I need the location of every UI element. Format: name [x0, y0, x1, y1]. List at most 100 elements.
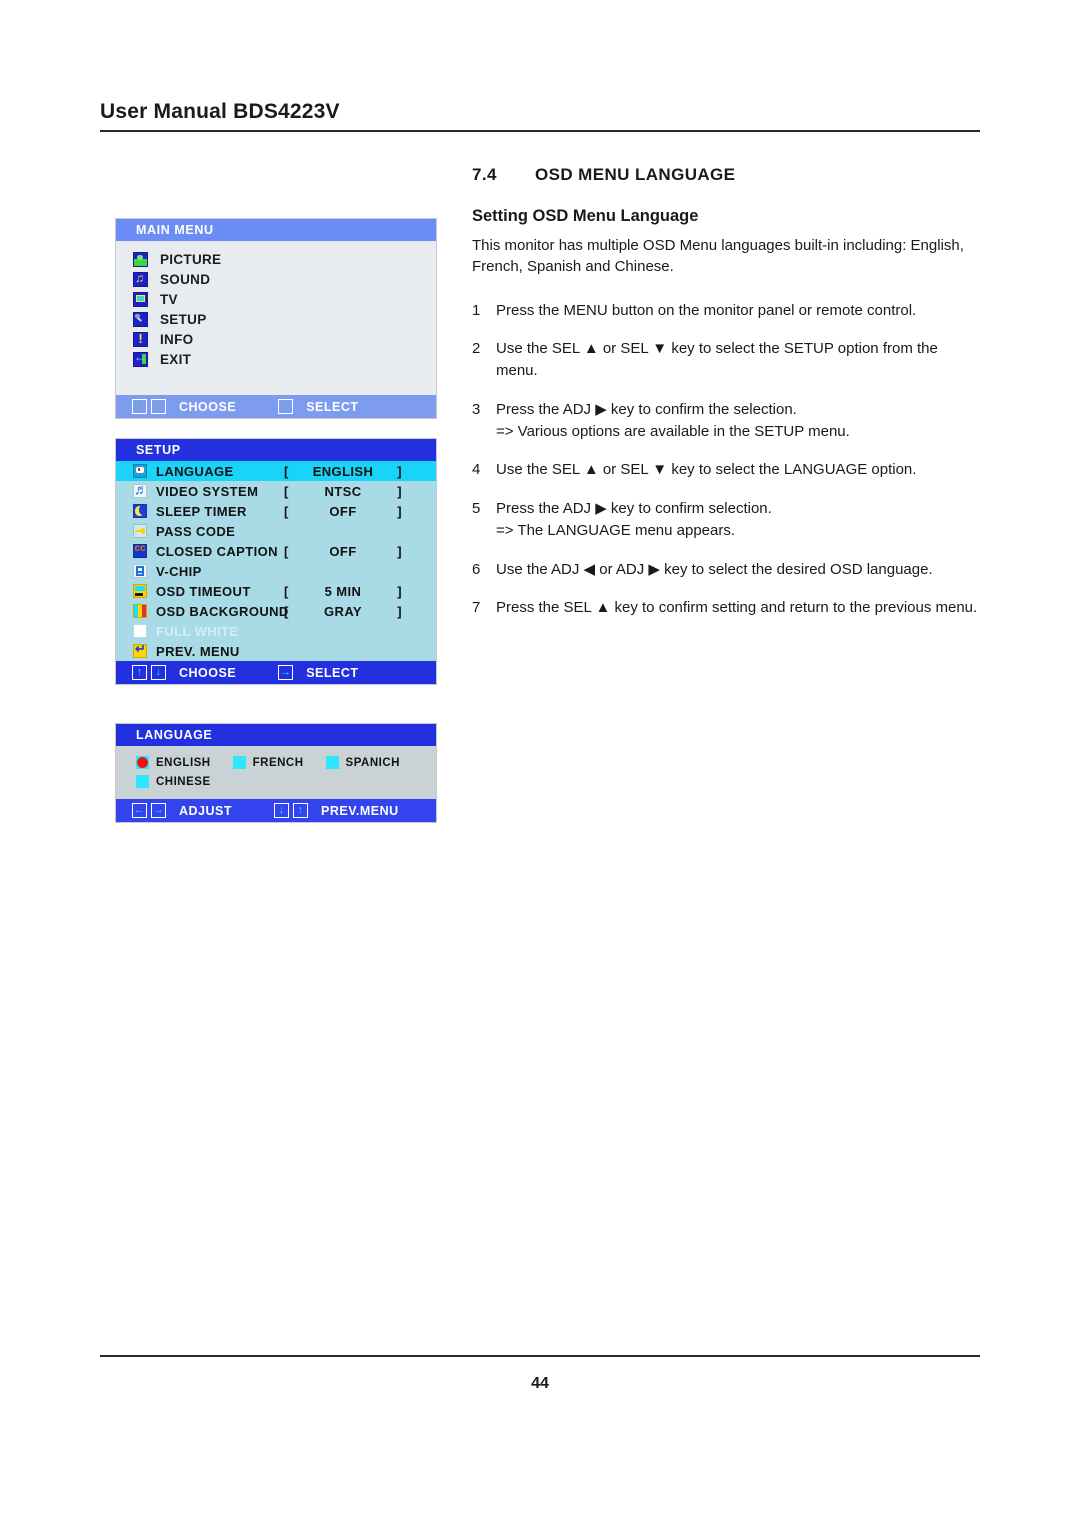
section-heading: 7.4 OSD MENU LANGUAGE	[472, 165, 982, 185]
step-note: => Various options are available in the …	[496, 422, 850, 440]
choose-label: CHOOSE	[179, 665, 237, 680]
section-title: OSD MENU LANGUAGE	[535, 165, 736, 184]
main-menu-item-exit[interactable]: EXIT	[116, 349, 436, 369]
main-menu-item-info[interactable]: INFO	[116, 329, 436, 349]
setup-row-language[interactable]: LANGUAGE [ ENGLISH ]	[116, 461, 436, 481]
setup-row-prev-menu[interactable]: PREV. MENU	[116, 641, 436, 661]
instructions-column: 7.4 OSD MENU LANGUAGE Setting OSD Menu L…	[472, 165, 982, 636]
language-option-english[interactable]: ENGLISH	[136, 756, 211, 769]
step-number: 4	[472, 461, 481, 479]
radio-selected-icon	[136, 756, 149, 769]
bracket-close: ]	[397, 583, 402, 599]
step-number: 7	[472, 599, 481, 617]
setup-row-value-group: [ OFF ]	[284, 504, 402, 519]
page-footer: 44	[100, 1355, 980, 1393]
arrow-up-icon: ↑	[132, 665, 147, 680]
bracket-close: ]	[397, 503, 402, 519]
main-menu-choose-hint: ↑ ↓ CHOOSE	[132, 399, 236, 414]
step-number: 1	[472, 301, 481, 319]
bracket-close: ]	[397, 603, 402, 619]
v-chip-icon	[133, 564, 147, 578]
setup-row-video-system[interactable]: VIDEO SYSTEM [ NTSC ]	[116, 481, 436, 501]
arrow-up-icon: ↑	[132, 399, 147, 414]
main-menu-item-label: PICTURE	[160, 251, 222, 267]
language-options-row-2: CHINESE	[116, 772, 436, 791]
page-header: User Manual BDS4223V	[100, 100, 980, 132]
setup-wrench-icon	[133, 311, 148, 327]
step-number: 5	[472, 500, 481, 518]
step-note: => The LANGUAGE menu appears.	[496, 521, 736, 539]
language-option-french[interactable]: FRENCH	[232, 756, 304, 769]
main-menu-item-label: SOUND	[160, 271, 211, 287]
language-menu-panel: LANGUAGE ENGLISH FRENCH SPANICH CHINESE	[115, 723, 437, 823]
step-number: 3	[472, 400, 481, 418]
setup-row-label: V-CHIP	[156, 563, 202, 579]
adjust-label: ADJUST	[179, 803, 233, 818]
instruction-step: 3 Press the ADJ ▶ key to confirm the sel…	[472, 399, 982, 443]
arrow-right-icon: →	[278, 665, 294, 680]
tv-icon	[133, 291, 148, 307]
arrow-down-icon: ↓	[274, 803, 290, 818]
setup-row-label: FULL WHITE	[156, 623, 239, 639]
main-menu-title: MAIN MENU	[116, 219, 436, 241]
setup-row-value-group: [ GRAY ]	[284, 604, 402, 619]
arrow-left-icon: ←	[132, 803, 147, 818]
setup-row-v-chip[interactable]: V-CHIP	[116, 561, 436, 581]
language-option-chinese[interactable]: CHINESE	[136, 775, 211, 788]
setup-row-osd-timeout[interactable]: OSD TIMEOUT [ 5 MIN ]	[116, 581, 436, 601]
pass-code-icon	[133, 524, 147, 538]
setup-row-full-white[interactable]: FULL WHITE	[116, 621, 436, 641]
setup-row-osd-background[interactable]: OSD BACKGROUND [ GRAY ]	[116, 601, 436, 621]
language-options-row-1: ENGLISH FRENCH SPANICH	[116, 753, 436, 772]
setup-row-label: OSD TIMEOUT	[156, 583, 251, 599]
arrow-up-icon: ↑	[293, 803, 309, 818]
main-menu-item-setup[interactable]: SETUP	[116, 309, 436, 329]
main-menu-item-picture[interactable]: PICTURE	[116, 249, 436, 269]
bracket-close: ]	[397, 483, 402, 499]
instruction-step: 4 Use the SEL ▲ or SEL ▼ key to select t…	[472, 459, 982, 481]
setup-row-pass-code[interactable]: PASS CODE	[116, 521, 436, 541]
select-label: SELECT	[306, 665, 359, 680]
radio-unselected-icon	[136, 775, 149, 788]
step-text: Use the SEL ▲ or SEL ▼ key to select the…	[496, 340, 938, 380]
instruction-step: 6 Use the ADJ ◀ or ADJ ▶ key to select t…	[472, 559, 982, 581]
radio-unselected-icon	[325, 756, 339, 769]
main-menu-item-label: EXIT	[160, 351, 192, 367]
setup-select-hint: → SELECT	[278, 665, 358, 680]
step-text: Use the ADJ ◀ or ADJ ▶ key to select the…	[496, 560, 933, 578]
picture-icon	[133, 251, 148, 267]
info-icon	[133, 331, 148, 347]
osd-background-icon	[133, 604, 147, 618]
arrow-right-icon: →	[278, 399, 294, 414]
main-menu-item-sound[interactable]: SOUND	[116, 269, 436, 289]
setup-row-value-group: [ ENGLISH ]	[284, 464, 402, 479]
setup-row-label: PASS CODE	[156, 523, 236, 539]
arrow-down-icon: ↓	[151, 399, 166, 414]
sleep-timer-icon	[133, 504, 147, 518]
arrow-down-icon: ↓	[151, 665, 166, 680]
setup-row-label: LANGUAGE	[156, 463, 234, 479]
setup-row-closed-caption[interactable]: CLOSED CAPTION [ OFF ]	[116, 541, 436, 561]
prev-menu-icon	[133, 644, 147, 658]
page-number: 44	[531, 1375, 549, 1392]
footer-rule	[100, 1355, 980, 1357]
language-menu-footer-bar: ← → ADJUST ↓ ↑ PREV.MENU	[116, 799, 436, 822]
closed-caption-icon	[133, 544, 147, 558]
step-number: 6	[472, 560, 481, 578]
setup-menu-title: SETUP	[116, 439, 436, 461]
section-subtitle: Setting OSD Menu Language	[472, 207, 699, 225]
setup-row-value: NTSC	[324, 483, 362, 499]
bracket-close: ]	[397, 543, 402, 559]
main-menu-item-tv[interactable]: TV	[116, 289, 436, 309]
setup-row-label: PREV. MENU	[156, 643, 240, 659]
arrow-right-icon: →	[151, 803, 166, 818]
instruction-step: 1 Press the MENU button on the monitor p…	[472, 300, 982, 322]
exit-icon	[133, 351, 148, 367]
setup-row-value: OFF	[329, 543, 357, 559]
language-prev-menu-hint: ↓ ↑ PREV.MENU	[274, 803, 399, 818]
step-text: Press the ADJ ▶ key to confirm selection…	[496, 500, 772, 518]
setup-row-value: ENGLISH	[312, 463, 374, 479]
setup-row-value-group: [ OFF ]	[284, 544, 402, 559]
language-option-spanich[interactable]: SPANICH	[325, 756, 400, 769]
setup-row-sleep-timer[interactable]: SLEEP TIMER [ OFF ]	[116, 501, 436, 521]
